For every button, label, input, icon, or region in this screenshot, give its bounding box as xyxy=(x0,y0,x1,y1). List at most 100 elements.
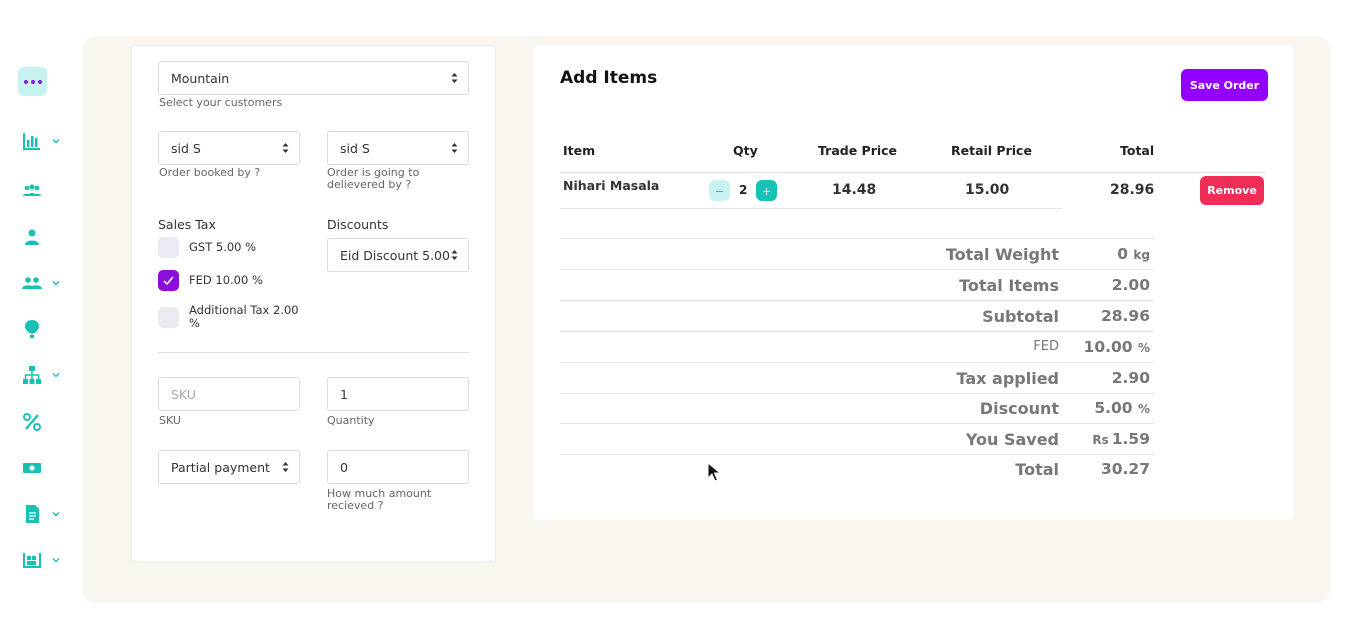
payment-type-select[interactable]: Partial payment xyxy=(158,450,300,484)
amount-received-input[interactable]: 0 xyxy=(327,450,469,484)
gst-label: GST 5.00 % xyxy=(189,240,257,254)
summary-divider xyxy=(560,423,1154,424)
item-total: 28.96 xyxy=(1110,182,1155,198)
subtotal-label: Subtotal xyxy=(982,307,1059,326)
select-arrows-icon xyxy=(282,143,289,153)
team-icon xyxy=(22,277,42,289)
summary-divider xyxy=(560,393,1154,394)
chevron-down-icon xyxy=(52,512,60,517)
percent-icon xyxy=(23,413,41,431)
row-divider xyxy=(560,208,1062,209)
sku-label: SKU xyxy=(159,414,181,427)
quantity-input[interactable]: 1 xyxy=(327,377,469,411)
total-items-value: 2.00 xyxy=(1111,276,1150,294)
fed-summary-number: 10.00 xyxy=(1083,338,1133,356)
sidebar-item-team[interactable] xyxy=(22,272,62,294)
you-saved-number: 1.59 xyxy=(1111,430,1150,448)
save-order-button[interactable]: Save Order xyxy=(1181,69,1268,101)
grand-total-label: Total xyxy=(1015,460,1059,479)
users-group-icon xyxy=(23,184,41,196)
sidebar-item-analytics[interactable] xyxy=(22,130,62,152)
tax-applied-value: 2.90 xyxy=(1111,369,1150,387)
fed-summary-unit: % xyxy=(1137,341,1150,355)
header-divider xyxy=(560,172,1266,173)
chevron-down-icon xyxy=(52,281,60,286)
sidebar-item-payments[interactable] xyxy=(22,457,62,479)
quantity-label: Quantity xyxy=(327,414,375,427)
fed-label: FED 10.00 % xyxy=(189,273,263,287)
you-saved-value: Rs 1.59 xyxy=(1092,430,1150,448)
summary-divider xyxy=(560,331,1154,332)
select-arrows-icon xyxy=(282,462,289,472)
total-items-label: Total Items xyxy=(959,276,1059,295)
order-form-panel xyxy=(131,45,496,562)
decrease-qty-button[interactable]: − xyxy=(709,180,730,201)
booked-by-value: sid S xyxy=(171,140,201,156)
gst-checkbox[interactable] xyxy=(158,237,179,258)
document-icon xyxy=(26,505,39,523)
hot-air-balloon-icon xyxy=(25,320,39,338)
summary-divider xyxy=(560,269,1154,270)
total-weight-unit: kg xyxy=(1133,248,1150,262)
sidebar-item-profile[interactable] xyxy=(22,226,62,248)
quantity-value: 1 xyxy=(340,386,348,402)
discount-select-value: Eid Discount 5.00 xyxy=(340,247,450,263)
item-qty: 2 xyxy=(739,183,748,197)
delivered-by-value: sid S xyxy=(340,140,370,156)
select-arrows-icon xyxy=(451,250,458,260)
fed-summary-value: 10.00 % xyxy=(1084,338,1150,356)
payment-type-value: Partial payment xyxy=(171,459,270,475)
sales-tax-label: Sales Tax xyxy=(158,217,216,232)
additional-tax-checkbox[interactable] xyxy=(158,307,179,328)
sku-input[interactable]: SKU xyxy=(158,377,300,411)
booked-by-select[interactable]: sid S xyxy=(158,131,300,165)
chevron-down-icon xyxy=(52,373,60,378)
discount-summary-unit: % xyxy=(1137,402,1150,416)
sidebar-item-warehouse[interactable] xyxy=(22,549,62,571)
additional-tax-label: Additional Tax 2.00 % xyxy=(189,303,299,330)
summary-divider xyxy=(560,362,1154,363)
remove-item-button[interactable]: Remove xyxy=(1200,176,1264,205)
summary-divider xyxy=(560,300,1154,301)
discount-select[interactable]: Eid Discount 5.00 xyxy=(327,238,469,272)
items-panel xyxy=(533,45,1294,520)
org-chart-icon xyxy=(23,366,41,384)
total-weight-number: 0 xyxy=(1117,245,1129,263)
checkmark-icon xyxy=(163,276,174,286)
more-dots-icon[interactable] xyxy=(18,67,47,96)
total-weight-label: Total Weight xyxy=(945,245,1059,264)
currency-prefix: Rs xyxy=(1092,433,1109,447)
col-header-item: Item xyxy=(563,143,596,158)
amount-received-help: How much amount recieved ? xyxy=(327,487,432,512)
discount-summary-label: Discount xyxy=(979,399,1059,418)
fed-summary-label: FED xyxy=(1033,339,1059,354)
subtotal-value: 28.96 xyxy=(1100,307,1150,325)
sidebar-item-hierarchy[interactable] xyxy=(22,364,62,386)
col-header-qty: Qty xyxy=(733,143,758,158)
delivered-by-help: Order is going to delievered by ? xyxy=(327,166,420,191)
fed-checkbox[interactable] xyxy=(158,270,179,291)
customer-select[interactable]: Mountain xyxy=(158,61,469,95)
mouse-cursor-icon xyxy=(707,462,721,482)
sidebar-item-documents[interactable] xyxy=(22,503,62,525)
sidebar-item-balloon[interactable] xyxy=(22,318,62,340)
sidebar xyxy=(0,0,70,638)
sidebar-item-discounts[interactable] xyxy=(22,411,62,433)
col-header-total: Total xyxy=(1120,143,1155,158)
discounts-label: Discounts xyxy=(327,217,389,232)
select-arrows-icon xyxy=(451,73,458,83)
item-trade-price: 14.48 xyxy=(832,182,877,198)
grand-total-value: 30.27 xyxy=(1100,460,1150,478)
delivered-by-select[interactable]: sid S xyxy=(327,131,469,165)
discount-summary-number: 5.00 xyxy=(1094,399,1133,417)
increase-qty-button[interactable]: + xyxy=(756,180,777,201)
select-arrows-icon xyxy=(451,143,458,153)
page-title: Add Items xyxy=(560,68,658,88)
sku-placeholder: SKU xyxy=(171,386,196,402)
chevron-down-icon xyxy=(52,139,60,144)
you-saved-label: You Saved xyxy=(965,430,1059,449)
summary-divider xyxy=(560,454,1154,455)
customer-select-value: Mountain xyxy=(171,70,230,86)
sidebar-item-groups[interactable] xyxy=(22,180,62,202)
customer-help: Select your customers xyxy=(159,96,283,109)
